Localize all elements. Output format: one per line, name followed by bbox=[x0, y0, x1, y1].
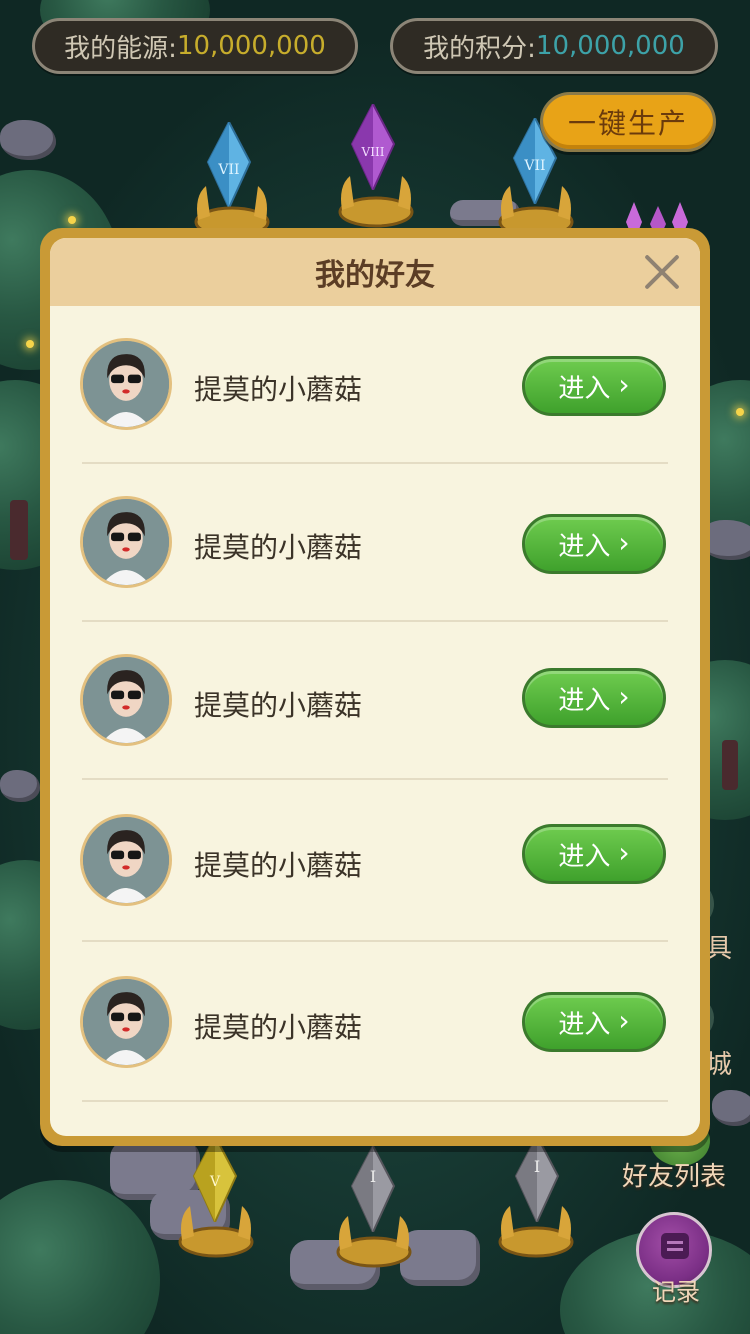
pedestal-icon bbox=[178, 1206, 254, 1258]
friend-row: 提莫的小蘑菇 进入 › bbox=[50, 464, 700, 622]
dialog-title: 我的好友 bbox=[315, 258, 435, 293]
rock bbox=[0, 770, 40, 802]
friend-name: 提莫的小蘑菇 bbox=[194, 1011, 363, 1044]
enter-label: 进入 bbox=[558, 1009, 611, 1040]
friend-list: 提莫的小蘑菇 进入 › 提莫的小蘑菇 进入 › 提莫的小蘑菇 进入 › 提莫的小… bbox=[50, 306, 700, 1102]
enter-label: 进入 bbox=[558, 841, 611, 872]
enter-button[interactable]: 进入 › bbox=[522, 514, 666, 574]
friend-name: 提莫的小蘑菇 bbox=[194, 689, 363, 722]
rock bbox=[0, 120, 56, 160]
firefly bbox=[26, 340, 34, 348]
friend-avatar[interactable] bbox=[80, 496, 172, 588]
record-label[interactable]: 记录 bbox=[652, 1272, 700, 1307]
crystal-level: V bbox=[209, 1174, 221, 1190]
pedestal-icon bbox=[498, 1206, 574, 1258]
points-value: 10,000,000 bbox=[535, 31, 685, 61]
friend-avatar[interactable] bbox=[80, 338, 172, 430]
tree-trunk bbox=[722, 740, 738, 790]
crystal-level: VII bbox=[523, 158, 545, 174]
friend-avatar[interactable] bbox=[80, 654, 172, 746]
friend-name: 提莫的小蘑菇 bbox=[194, 849, 363, 882]
friend-row: 提莫的小蘑菇 进入 › bbox=[50, 306, 700, 464]
friend-row: 提莫的小蘑菇 进入 › bbox=[50, 780, 700, 942]
enter-button[interactable]: 进入 › bbox=[522, 668, 666, 728]
enter-button[interactable]: 进入 › bbox=[522, 356, 666, 416]
firefly bbox=[68, 216, 76, 224]
enter-button[interactable]: 进入 › bbox=[522, 992, 666, 1052]
row-divider bbox=[82, 1100, 668, 1102]
close-icon[interactable] bbox=[642, 252, 682, 292]
dialog-header: 我的好友 bbox=[50, 238, 700, 306]
chevron-right-icon: › bbox=[618, 525, 630, 559]
chevron-right-icon: › bbox=[618, 367, 630, 401]
chevron-right-icon: › bbox=[618, 835, 630, 869]
points-label: 我的积分: bbox=[423, 33, 536, 64]
tree-trunk bbox=[10, 500, 28, 560]
record-icon bbox=[661, 1233, 689, 1259]
crystal-level: I bbox=[534, 1157, 540, 1176]
points-display: 我的积分: 10,000,000 bbox=[390, 18, 718, 74]
energy-value: 10,000,000 bbox=[176, 31, 326, 61]
friend-row: 提莫的小蘑菇 进入 › bbox=[50, 942, 700, 1102]
friend-name: 提莫的小蘑菇 bbox=[194, 531, 363, 564]
friend-name: 提莫的小蘑菇 bbox=[194, 373, 363, 406]
energy-display: 我的能源: 10,000,000 bbox=[32, 18, 358, 74]
enter-label: 进入 bbox=[558, 531, 611, 562]
one-click-produce-button[interactable]: 一键生产 bbox=[540, 92, 716, 152]
pedestal-icon bbox=[336, 1216, 412, 1268]
friends-dialog: 我的好友 提莫的小蘑菇 进入 › 提莫的小蘑菇 进入 › 提莫的小蘑菇 进入 ›… bbox=[40, 228, 710, 1146]
enter-label: 进入 bbox=[558, 685, 611, 716]
friend-avatar[interactable] bbox=[80, 814, 172, 906]
friend-avatar[interactable] bbox=[80, 976, 172, 1068]
pedestal-icon bbox=[338, 176, 414, 228]
tree-decoration bbox=[0, 1180, 160, 1334]
enter-button[interactable]: 进入 › bbox=[522, 824, 666, 884]
crystal-level: VIII bbox=[361, 145, 385, 159]
friend-row: 提莫的小蘑菇 进入 › bbox=[50, 622, 700, 780]
friends-dialog-panel: 我的好友 提莫的小蘑菇 进入 › 提莫的小蘑菇 进入 › 提莫的小蘑菇 进入 ›… bbox=[50, 238, 700, 1136]
enter-label: 进入 bbox=[558, 373, 611, 404]
crystal-level: I bbox=[370, 1167, 376, 1186]
friends-list-label[interactable]: 好友列表 bbox=[622, 1156, 726, 1193]
rock bbox=[712, 1090, 750, 1126]
chevron-right-icon: › bbox=[618, 1003, 630, 1037]
energy-label: 我的能源: bbox=[64, 33, 177, 64]
crystal-level: VII bbox=[217, 162, 239, 178]
firefly bbox=[736, 408, 744, 416]
chevron-right-icon: › bbox=[618, 679, 630, 713]
